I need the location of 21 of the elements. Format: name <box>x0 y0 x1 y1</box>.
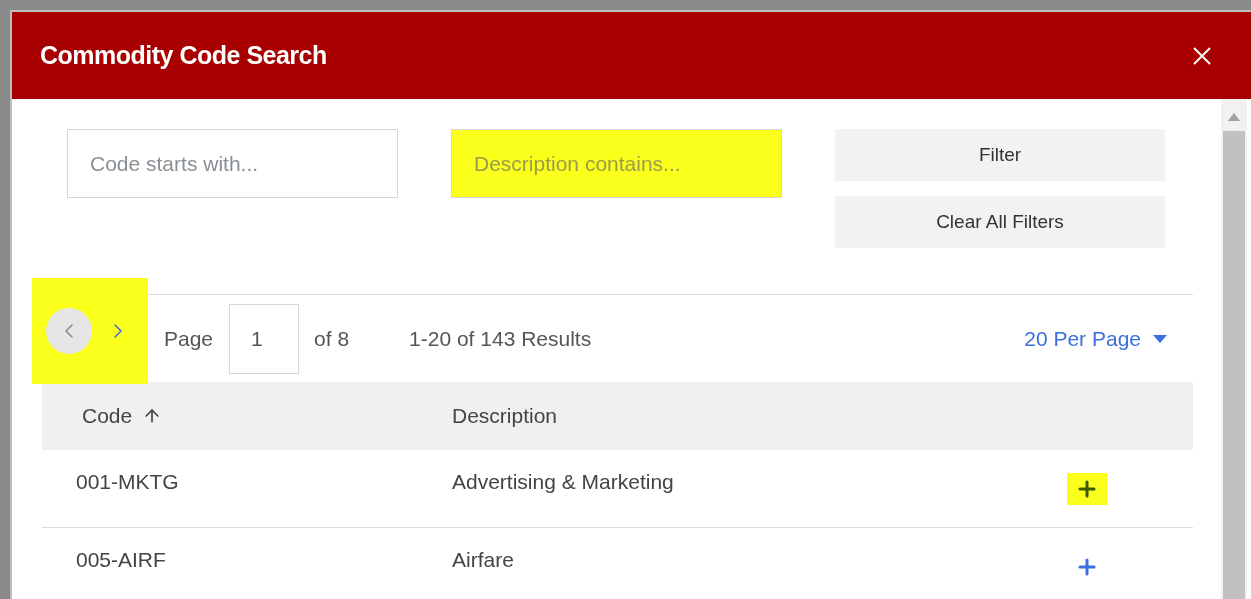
per-page-dropdown[interactable]: 20 Per Page <box>1024 322 1167 355</box>
table-cell-text: Advertising & Marketing <box>452 468 674 495</box>
column-header[interactable]: Description <box>452 400 558 432</box>
table-cell-text: 001-MKTG <box>75 468 180 495</box>
column-header[interactable]: Code <box>82 400 133 432</box>
search-field[interactable]: Code starts with... <box>67 129 398 198</box>
add-button[interactable] <box>1067 472 1107 505</box>
scrollbar[interactable] <box>1221 99 1247 599</box>
page-label: Page <box>164 325 214 352</box>
filter-button[interactable]: Clear All Filters <box>835 196 1165 248</box>
search-field[interactable]: Description contains... <box>451 129 782 198</box>
page-number-field[interactable]: 1 <box>229 303 300 374</box>
table-cell-text: Airfare <box>452 546 514 573</box>
results-count: 1-20 of 143 Results <box>409 325 592 352</box>
scroll-up-icon[interactable] <box>1228 113 1240 121</box>
dialog-title: Commodity Code Search <box>40 39 327 71</box>
scrollbar-thumb[interactable] <box>1223 131 1245 599</box>
table-cell-text: 005-AIRF <box>75 546 167 573</box>
filter-button[interactable]: Filter <box>835 129 1165 181</box>
caret-icon <box>1153 334 1167 343</box>
page-count: of 8 <box>314 325 350 352</box>
